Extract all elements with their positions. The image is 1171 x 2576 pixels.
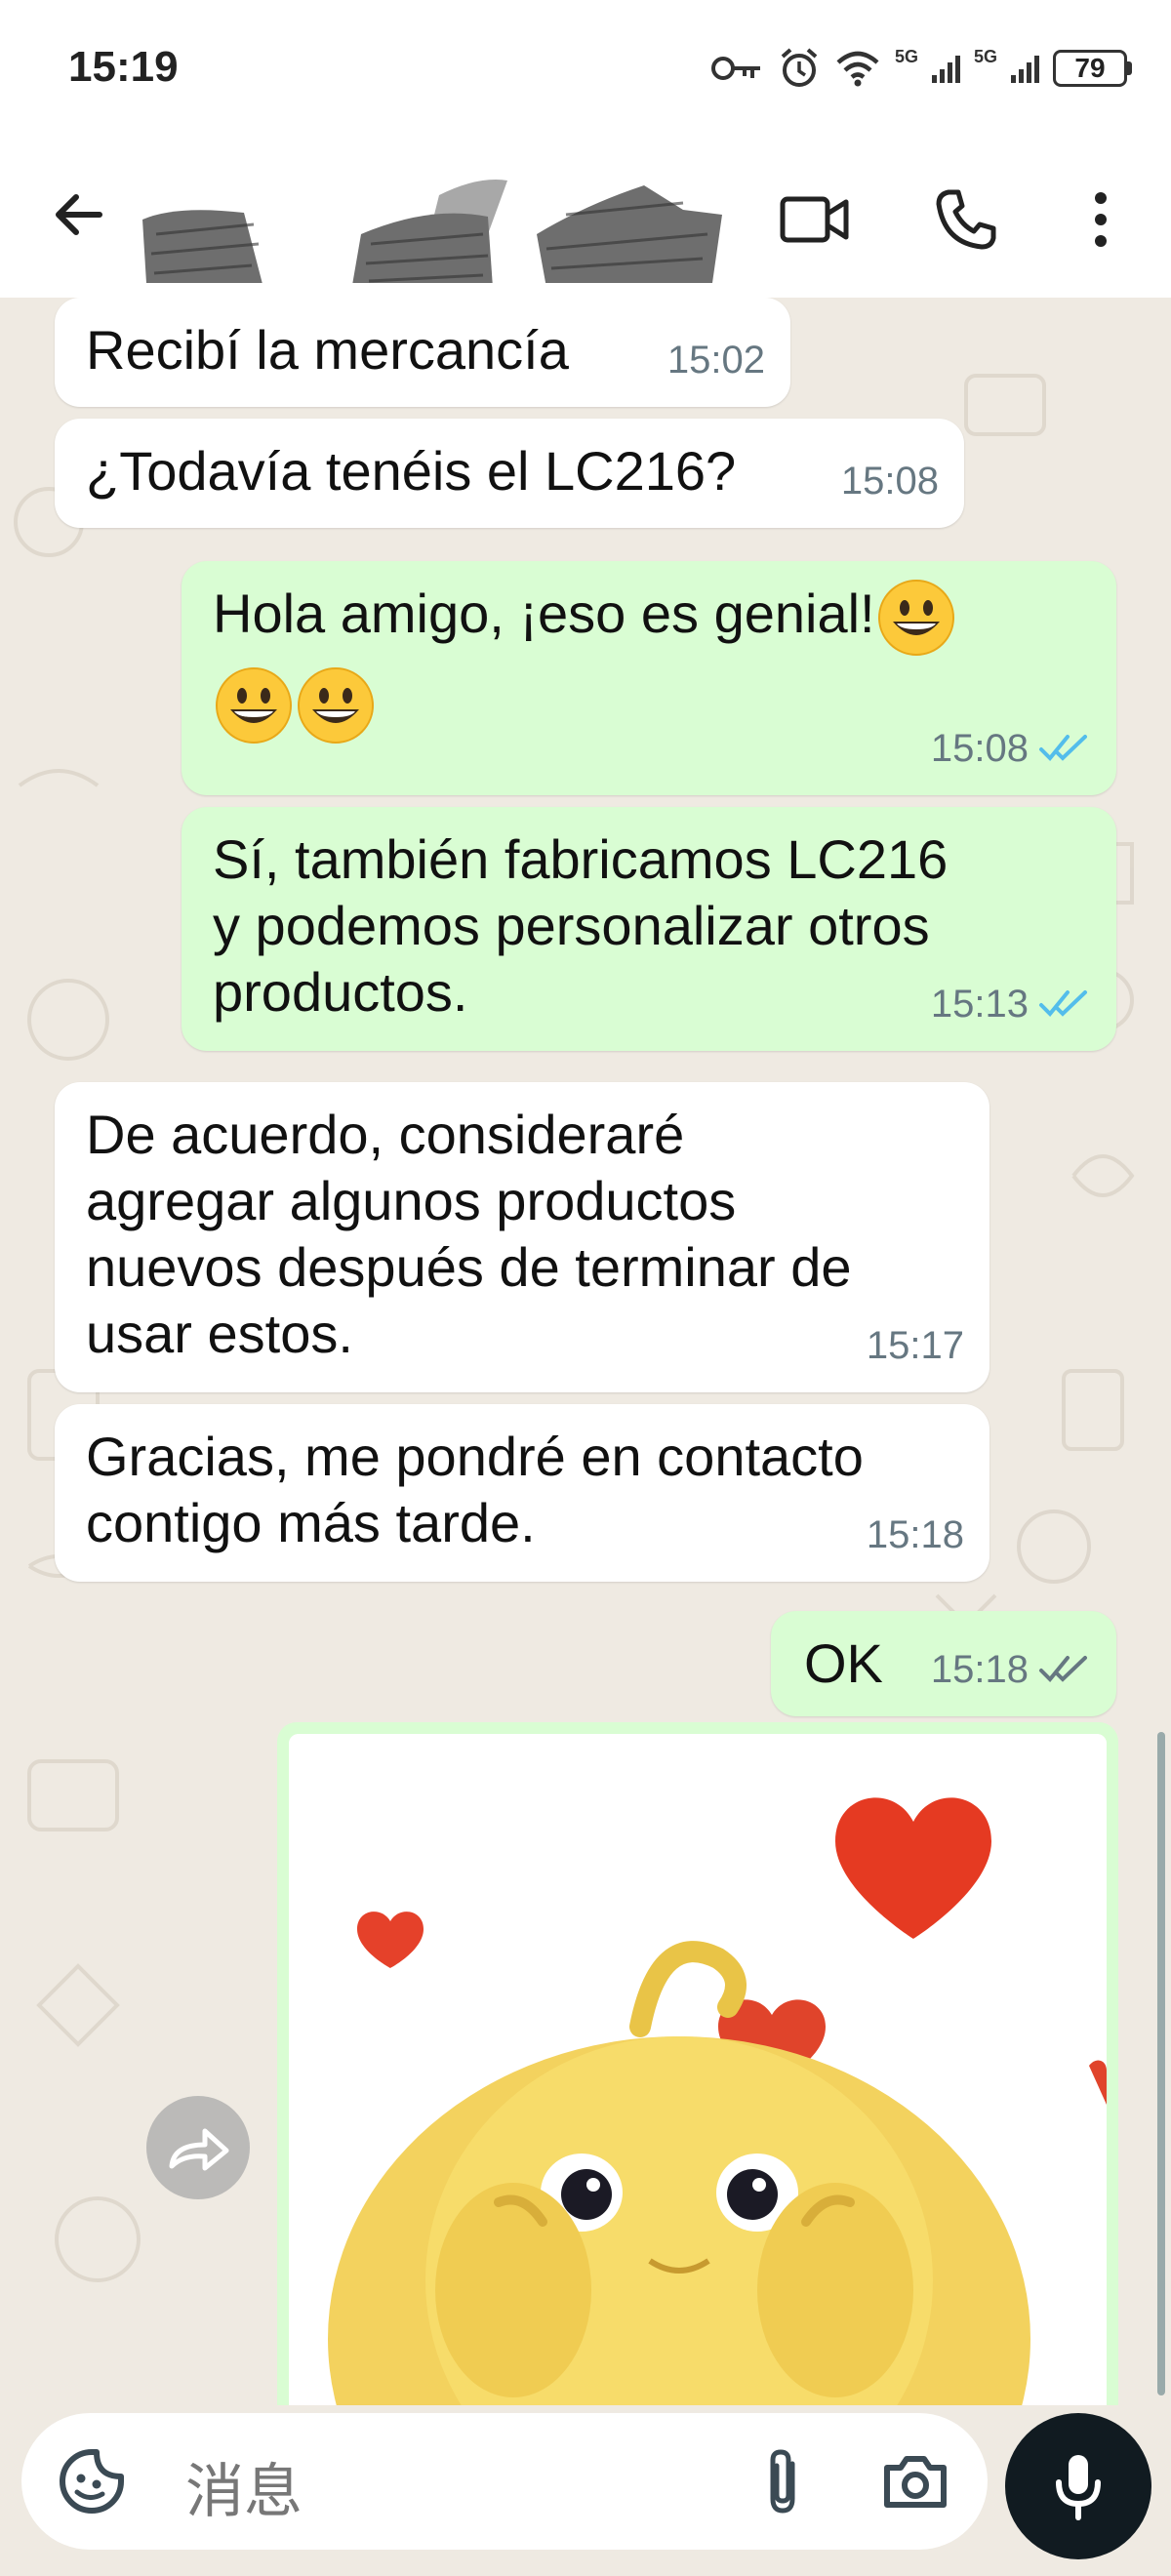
back-arrow-icon (56, 194, 102, 235)
phone-icon (936, 189, 996, 250)
message-meta: 15:18 (931, 1636, 1091, 1703)
message-bubble-incoming[interactable]: Gracias, me pondré en contacto contigo m… (55, 1404, 989, 1582)
more-vert-icon (1095, 192, 1107, 247)
message-list[interactable]: Recibí la mercancía 15:02 ¿Todavía tenéi… (0, 298, 1171, 2405)
back-button[interactable] (39, 176, 117, 254)
message-text-line: y podemos personalizar otros (213, 895, 930, 956)
signal-icon (1011, 54, 1039, 83)
message-bubble-incoming[interactable]: ¿Todavía tenéis el LC216? 15:08 (55, 419, 964, 528)
message-text-line: contigo más tarde. (86, 1492, 536, 1553)
status-time: 15:19 (68, 43, 179, 91)
message-meta: 15:08 (931, 715, 1091, 782)
read-receipt-icon (1039, 735, 1087, 761)
attach-icon (770, 2449, 795, 2514)
message-time: 15:18 (866, 1513, 964, 1556)
message-meta: 15:13 (931, 971, 1091, 1037)
forward-icon (169, 2128, 229, 2171)
message-meta: 15:08 (841, 448, 939, 514)
message-text-line: usar estos. (86, 1303, 353, 1364)
message-input[interactable]: 消息 (21, 2413, 988, 2550)
message-text-line: Gracias, me pondré en contacto (86, 1426, 864, 1487)
mic-icon (1056, 2455, 1101, 2520)
message-bubble-outgoing[interactable]: Sí, también fabricamos LC216 y podemos p… (182, 807, 1116, 1051)
message-bubble-incoming[interactable]: De acuerdo, consideraré agregar algunos … (55, 1082, 989, 1392)
chat-header (0, 146, 1171, 298)
message-meta: 15:18 (867, 1502, 964, 1568)
key-icon (710, 57, 760, 80)
message-input-placeholder: 消息 (185, 2458, 303, 2526)
message-text-line: Sí, también fabricamos LC216 (213, 828, 949, 890)
sticker-icon (60, 2449, 124, 2514)
video-call-icon (780, 196, 849, 243)
signal-icon (931, 54, 960, 83)
battery-level: 79 (1074, 53, 1106, 83)
message-time: 15:18 (930, 1648, 1029, 1691)
message-text-line: nuevos después de terminar de (86, 1236, 852, 1298)
voice-message-button[interactable] (1005, 2413, 1151, 2559)
status-icons: 5G 5G 79 (709, 45, 1132, 92)
message-time: 15:08 (840, 460, 939, 503)
forward-button[interactable] (146, 2096, 250, 2199)
message-text-line: Hola amigo, ¡eso es genial! (213, 582, 875, 644)
grinning-face-emoji (216, 667, 292, 744)
scrollbar[interactable] (1157, 1732, 1165, 2395)
message-meta: 15:02 (667, 327, 765, 393)
network-type-label: 5G (894, 46, 918, 66)
read-receipt-icon (1039, 990, 1087, 1017)
message-time: 15:17 (866, 1324, 964, 1367)
alarm-icon (781, 48, 818, 87)
video-call-button[interactable] (771, 176, 859, 263)
message-time: 15:08 (930, 727, 1029, 770)
more-options-button[interactable] (1057, 176, 1145, 263)
grinning-face-emoji (298, 667, 374, 744)
voice-call-button[interactable] (922, 176, 1010, 263)
wifi-icon (836, 51, 879, 87)
message-bubble-outgoing[interactable]: Hola amigo, ¡eso es genial! 15:08 (182, 561, 1116, 795)
composer-bar: 消息 (0, 2405, 1171, 2576)
contact-name-redacted[interactable] (137, 88, 771, 283)
message-bubble-outgoing[interactable]: OK 15:18 (771, 1611, 1116, 1716)
delivered-receipt-icon (1039, 1656, 1087, 1682)
message-time: 15:13 (930, 983, 1029, 1026)
sticker-button[interactable] (53, 2442, 131, 2520)
message-text: ¿Todavía tenéis el LC216? (86, 440, 737, 502)
camera-button[interactable] (876, 2442, 954, 2520)
message-meta: 15:17 (867, 1312, 964, 1379)
network-type-label: 5G (973, 46, 997, 66)
attach-button[interactable] (744, 2442, 822, 2520)
message-text-line: agregar algunos productos (86, 1170, 737, 1231)
message-text: Hola amigo, ¡eso es genial! (213, 577, 1116, 659)
battery-icon: 79 (1053, 50, 1132, 87)
message-text-line: De acuerdo, consideraré (86, 1104, 685, 1165)
yellow-blob-hearts-sticker (289, 1734, 1107, 2405)
sticker-message[interactable] (277, 1722, 1118, 2405)
camera-icon (884, 2456, 947, 2508)
message-bubble-incoming[interactable]: Recibí la mercancía 15:02 (55, 298, 790, 407)
message-time: 15:02 (666, 339, 765, 382)
grinning-face-emoji (877, 580, 954, 656)
